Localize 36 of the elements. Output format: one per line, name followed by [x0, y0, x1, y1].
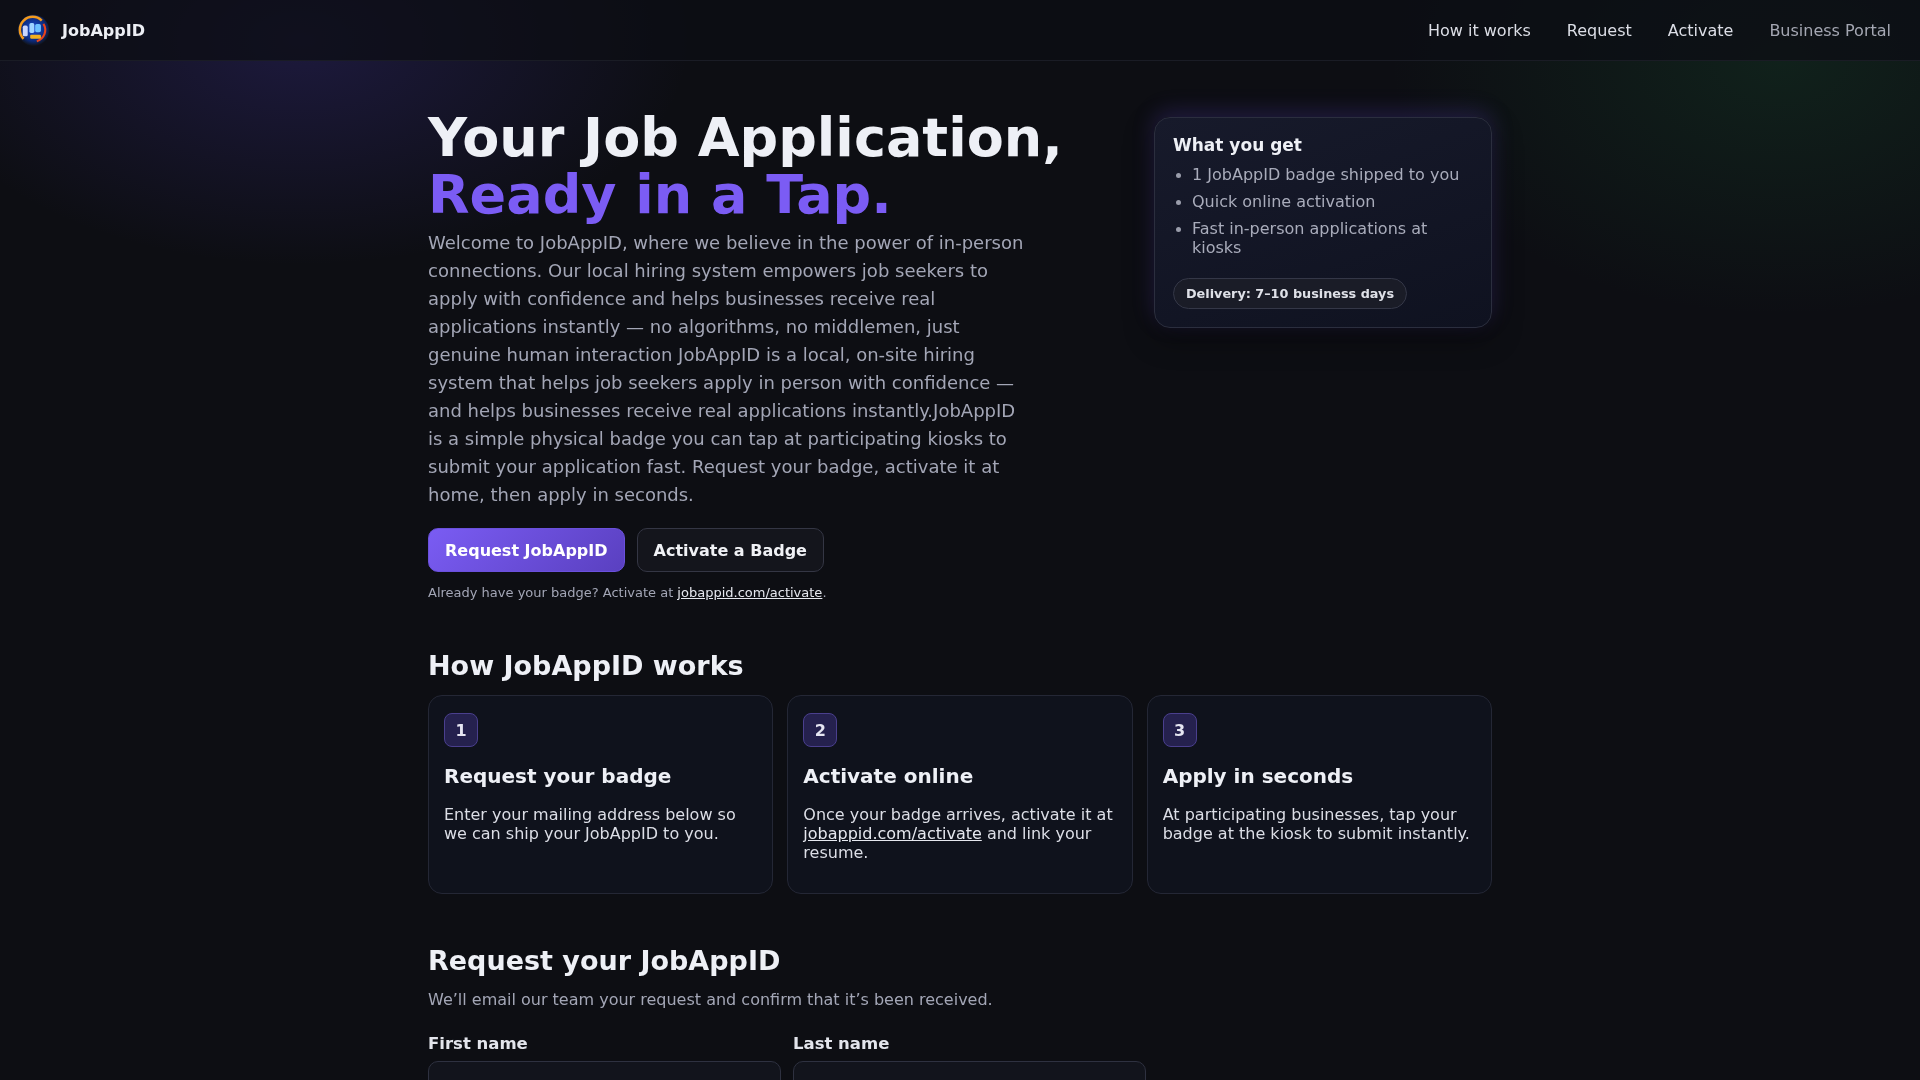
delivery-pill: Delivery: 7–10 business days — [1173, 278, 1407, 309]
nav-link[interactable]: Request — [1566, 20, 1632, 40]
step-number: 3 — [1162, 713, 1197, 747]
hero-title: Your Job Application, — [428, 109, 1064, 166]
step-title: Apply in seconds — [1162, 764, 1355, 788]
activate-button[interactable]: Activate a Badge — [636, 528, 824, 572]
activate-link[interactable]: jobappid.com/activate — [677, 585, 823, 600]
activate-note: Already have your badge? Activate at jobappid.com/activate. — [428, 585, 828, 600]
field-label: Last name — [793, 1034, 891, 1053]
section-heading: How JobAppID works — [428, 649, 745, 683]
step-title: Request your badge — [444, 764, 673, 788]
field-label: First name — [428, 1034, 529, 1053]
offer-item: Quick online activation — [1192, 192, 1376, 211]
section-heading: Request your JobAppID — [428, 944, 782, 978]
step-number: 1 — [444, 713, 478, 747]
offer-item: 1 JobAppID badge shipped to you — [1192, 165, 1460, 184]
offer-title: What you get — [1173, 135, 1303, 155]
step-number: 2 — [803, 713, 838, 747]
section-subtitle: We’ll email our team your request and confirm that it’s been received. — [428, 990, 994, 1009]
bullet-icon — [1176, 227, 1181, 232]
nav-link[interactable]: How it works — [1427, 20, 1531, 40]
activate-link[interactable]: jobappid.com/activate — [803, 824, 982, 843]
offer-item: Fast in-person applications at kiosks — [1192, 219, 1429, 257]
step-title: Activate online — [803, 764, 975, 788]
brand-name[interactable]: JobAppID — [62, 20, 145, 40]
nav-link[interactable]: Activate — [1667, 20, 1734, 40]
intro-paragraph: Welcome to JobAppID, where we believe in the power of in-person connections. Our local hiring system empowers job seekers to apply with confidence and helps businesses receive real applications instantly — no algorithms, no middlemen, just genuine human interaction JobAppID is a local, on-site hiring system that helps job seekers apply in person with confidence — and helps businesses receive real applications instantly.JobAppID is a simple physical badge you can tap at participating kiosks to submit your application fast. Request your badge, activate it at home, then apply in seconds. — [428, 231, 1025, 507]
step-description: Once your badge arrives, activate it at jobappid.com/activate and link your resume. — [803, 805, 1114, 862]
bullet-icon — [1176, 200, 1181, 205]
logo-icon[interactable] — [17, 13, 50, 47]
nav-link[interactable]: Business Portal — [1769, 20, 1891, 40]
step-description: At participating businesses, tap your badge at the kiosk to submit instantly. — [1162, 805, 1471, 843]
bullet-icon — [1176, 173, 1181, 178]
request-button[interactable]: Request JobAppID — [428, 528, 625, 572]
step-description: Enter your mailing address below so we can ship your JobAppID to you. — [444, 805, 737, 843]
hero-title-accent: Ready in a Tap. — [428, 166, 892, 223]
